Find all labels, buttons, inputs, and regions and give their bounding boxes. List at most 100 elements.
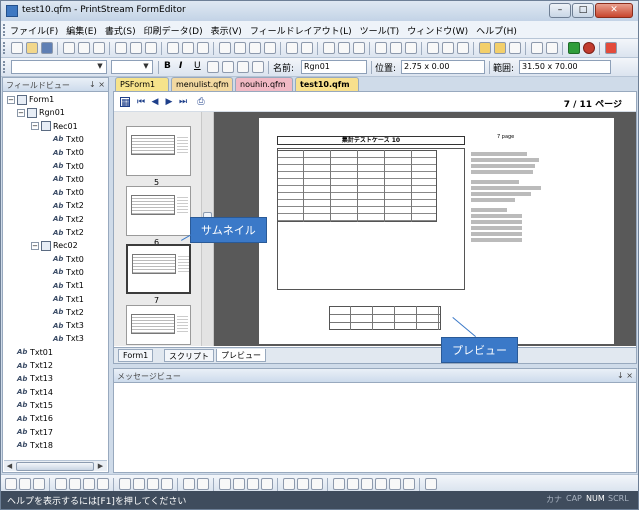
image-icon[interactable] (286, 42, 298, 54)
layout-icon[interactable] (261, 478, 273, 490)
tab-form1[interactable]: Form1 (118, 349, 154, 362)
char-spacing-icon[interactable] (207, 61, 219, 73)
tree-node[interactable]: Ab Txt2 (53, 200, 84, 213)
layout-icon[interactable] (247, 478, 259, 490)
layout-icon[interactable] (19, 478, 31, 490)
tree-node[interactable]: Ab Txt2 (53, 307, 84, 320)
tree-node[interactable]: Ab Txt16 (17, 413, 53, 426)
field-view-toggle-icon[interactable] (479, 42, 491, 54)
tab-test10[interactable]: test10.qfm × (295, 77, 359, 98)
open-folder-icon[interactable] (26, 42, 38, 54)
layout-icon[interactable] (297, 478, 309, 490)
message-view-toggle-icon[interactable] (494, 42, 506, 54)
rotate-text-icon[interactable] (237, 61, 249, 73)
menu-edit[interactable]: 編集(E) (66, 24, 97, 37)
tree-node[interactable]: Ab Txt0 (53, 267, 84, 280)
font-name-combo[interactable]: ▼ (11, 60, 107, 74)
first-page-icon[interactable]: ⏮ (136, 97, 146, 107)
grid-icon[interactable] (427, 42, 439, 54)
minimize-button[interactable]: – (549, 3, 571, 18)
toolbar-grip[interactable] (3, 61, 6, 73)
scroll-thumb[interactable] (16, 462, 94, 471)
tree-node[interactable]: Ab Txt0 (53, 254, 84, 267)
grid-lines-icon[interactable] (252, 61, 264, 73)
barcode-icon[interactable] (301, 42, 313, 54)
tree-node[interactable]: Ab Txt15 (17, 400, 53, 413)
property-view-icon[interactable] (509, 42, 521, 54)
range-field[interactable]: 31.50 x 70.00 (519, 60, 611, 74)
tree-node[interactable]: − Rec01 (31, 121, 78, 134)
tree-node[interactable]: Ab Txt14 (17, 387, 53, 400)
menu-view[interactable]: 表示(V) (211, 24, 242, 37)
layout-icon[interactable] (233, 478, 245, 490)
text-field-icon[interactable] (234, 42, 246, 54)
align-left-icon[interactable] (323, 42, 335, 54)
layout-icon[interactable] (389, 478, 401, 490)
record-icon[interactable] (264, 42, 276, 54)
layout-icon[interactable] (119, 478, 131, 490)
print-icon[interactable]: ⎙ (196, 97, 206, 107)
tab-menulist[interactable]: menulist.qfm (171, 77, 233, 91)
tree-node[interactable]: − Rec02 (31, 240, 78, 253)
layout-icon[interactable] (183, 478, 195, 490)
close-button[interactable]: ✕ (595, 3, 633, 18)
layout-icon[interactable] (197, 478, 209, 490)
menu-field-layout[interactable]: フィールドレイアウト(L) (250, 24, 352, 37)
scroll-right-icon[interactable]: ▶ (96, 462, 105, 471)
collapse-icon[interactable]: − (17, 108, 25, 117)
menu-file[interactable]: ファイル(F) (10, 24, 58, 37)
layout-icon[interactable] (5, 478, 17, 490)
align-right-icon[interactable] (353, 42, 365, 54)
new-file-icon[interactable] (11, 42, 23, 54)
tree-node[interactable]: Ab Txt17 (17, 427, 53, 440)
scroll-left-icon[interactable]: ◀ (5, 462, 14, 471)
tree-node[interactable]: Ab Txt1 (53, 280, 84, 293)
layout-icon[interactable] (457, 42, 469, 54)
pointer-icon[interactable] (219, 42, 231, 54)
maximize-button[interactable]: □ (572, 3, 594, 18)
tree-node[interactable]: Ab Txt3 (53, 333, 84, 346)
layout-icon[interactable] (375, 478, 387, 490)
font-larger-icon[interactable] (375, 42, 387, 54)
collapse-icon[interactable]: − (31, 122, 39, 131)
tree-node[interactable]: Ab Txt13 (17, 373, 53, 386)
tree-horizontal-scrollbar[interactable]: ◀ ▶ (4, 460, 107, 471)
tree-node[interactable]: − Form1 (7, 94, 54, 107)
menu-format[interactable]: 書式(S) (105, 24, 136, 37)
layout-icon[interactable] (83, 478, 95, 490)
tab-script[interactable]: スクリプト (164, 349, 214, 362)
thumbnail-toggle-icon[interactable]: ▦ (120, 97, 130, 108)
toolbar-grip[interactable] (3, 42, 6, 54)
font-smaller-icon[interactable] (390, 42, 402, 54)
tab-nouhin[interactable]: nouhin.qfm (235, 77, 293, 91)
tree-node[interactable]: Ab Txt0 (53, 174, 84, 187)
font-color-icon[interactable] (405, 42, 417, 54)
replace-icon[interactable] (197, 42, 209, 54)
thumbnail-page[interactable] (126, 305, 191, 345)
vertical-text-icon[interactable] (222, 61, 234, 73)
layout-icon[interactable] (311, 478, 323, 490)
layout-icon[interactable] (219, 478, 231, 490)
position-field[interactable]: 2.75 x 0.00 (401, 60, 485, 74)
layout-icon[interactable] (147, 478, 159, 490)
pdf-export-icon[interactable] (605, 42, 617, 54)
layout-icon[interactable] (161, 478, 173, 490)
ruler-icon[interactable] (442, 42, 454, 54)
bold-button[interactable]: B (164, 61, 171, 71)
menu-print-data[interactable]: 印刷データ(D) (144, 24, 203, 37)
copy-icon[interactable] (78, 42, 90, 54)
layout-icon[interactable] (403, 478, 415, 490)
menu-window[interactable]: ウィンドウ(W) (407, 24, 468, 37)
save-icon[interactable] (41, 42, 53, 54)
paste-icon[interactable] (93, 42, 105, 54)
page-setup-icon[interactable] (130, 42, 142, 54)
thumbnail-page[interactable] (126, 186, 191, 236)
tree-node[interactable]: − Rgn01 (17, 107, 65, 120)
layout-icon[interactable] (33, 478, 45, 490)
find-icon[interactable] (167, 42, 179, 54)
last-page-icon[interactable]: ⏭ (178, 97, 188, 107)
tree-node[interactable]: Ab Txt01 (17, 347, 53, 360)
tree-node[interactable]: Ab Txt0 (53, 161, 84, 174)
tree-node[interactable]: Ab Txt2 (53, 227, 84, 240)
menu-help[interactable]: ヘルプ(H) (476, 24, 517, 37)
